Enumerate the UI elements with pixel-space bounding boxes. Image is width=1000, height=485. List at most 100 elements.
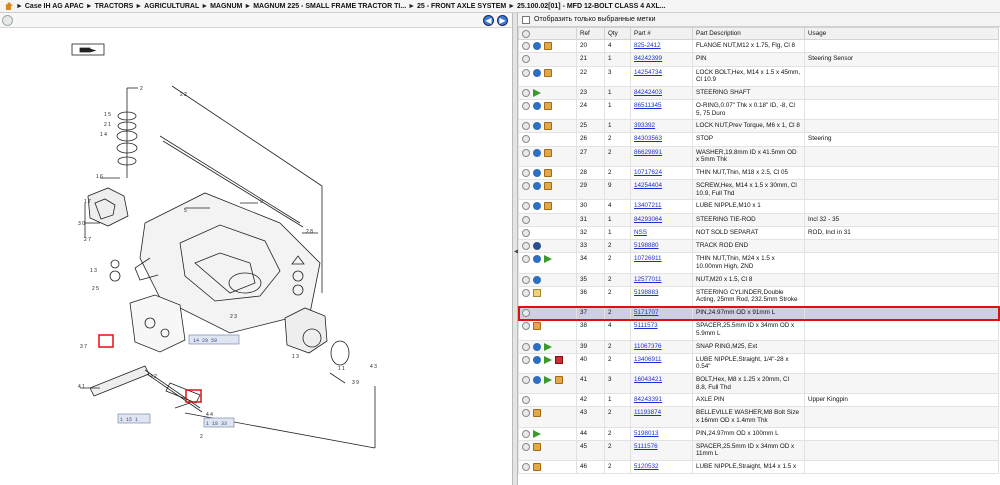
table-row[interactable]: 42 1 84243391 AXLE PIN Upper Kingpin xyxy=(518,393,999,408)
circle-icon[interactable] xyxy=(522,429,530,438)
expand-icon[interactable] xyxy=(2,15,13,26)
part-number-link[interactable]: 5120532 xyxy=(634,463,659,470)
col-part[interactable]: Part # xyxy=(630,27,693,40)
circle-icon[interactable] xyxy=(522,309,530,318)
part-number-link[interactable]: 5198013 xyxy=(634,430,659,437)
info-icon[interactable] xyxy=(533,182,541,191)
circle-icon[interactable] xyxy=(522,101,530,110)
box-icon[interactable] xyxy=(544,122,552,131)
info-icon[interactable] xyxy=(533,101,541,110)
table-row[interactable]: 41 3 16043421 BOLT,Hex, M8 x 1.25 x 20mm, C… xyxy=(518,372,999,395)
info-icon[interactable] xyxy=(533,275,541,284)
circle-icon[interactable] xyxy=(522,88,530,97)
part-number-link[interactable]: 86511345 xyxy=(634,102,662,109)
info-icon[interactable] xyxy=(533,42,541,50)
part-number-link[interactable]: 5198883 xyxy=(634,289,659,296)
part-number-link[interactable]: 14254404 xyxy=(634,182,662,189)
prev-page-button[interactable]: ◀ xyxy=(483,15,494,26)
table-row[interactable]: 36 2 5198883 STEERING CYLINDER,Double Actin… xyxy=(518,285,999,308)
table-row[interactable]: 27 2 86629891 WASHER,19.8mm ID x 41.5mm OD … xyxy=(518,145,999,167)
arrow-icon[interactable] xyxy=(544,342,552,351)
part-number-link[interactable]: NSS xyxy=(634,229,647,236)
part-number-link[interactable]: 825-2412 xyxy=(634,42,661,49)
table-row[interactable]: 46 2 5120532 LUBE NIPPLE,Straight, M14 x 1.… xyxy=(518,460,999,475)
part-number-link[interactable]: 84293064 xyxy=(634,216,662,223)
box-icon[interactable] xyxy=(544,168,552,177)
note-icon[interactable] xyxy=(555,355,563,364)
circle-icon[interactable] xyxy=(522,182,530,191)
info-icon[interactable] xyxy=(533,255,541,264)
box-icon[interactable] xyxy=(544,42,552,50)
part-number-link[interactable]: 5198880 xyxy=(634,242,659,249)
circle-icon[interactable] xyxy=(522,288,530,297)
circle-icon[interactable] xyxy=(522,148,530,157)
box-icon[interactable] xyxy=(544,202,552,211)
table-row[interactable]: 26 2 84303563 STOP Steering xyxy=(518,132,999,147)
breadcrumb-item[interactable]: 25 - FRONT AXLE SYSTEM xyxy=(417,3,506,10)
part-number-link[interactable]: 84242399 xyxy=(634,55,662,62)
box-icon[interactable] xyxy=(544,101,552,110)
arrow-icon[interactable] xyxy=(533,88,541,97)
table-row[interactable]: 37 2 5171707 PIN,24.97mm OD x 91mm L xyxy=(518,305,1000,321)
box-icon[interactable] xyxy=(555,375,563,384)
circle-icon[interactable] xyxy=(522,242,530,251)
part-number-link[interactable]: 84243391 xyxy=(634,396,662,403)
circle-icon[interactable] xyxy=(522,409,530,418)
part-number-link[interactable]: 11067376 xyxy=(634,343,662,350)
circle-icon[interactable] xyxy=(522,42,530,50)
show-selected-checkbox[interactable] xyxy=(522,15,530,24)
arrow-icon[interactable] xyxy=(544,355,552,364)
part-number-link[interactable]: 10717624 xyxy=(634,169,662,176)
circle-icon[interactable] xyxy=(522,168,530,177)
info-icon[interactable] xyxy=(533,122,541,131)
circle-icon[interactable] xyxy=(522,322,530,331)
part-number-link[interactable]: 16043421 xyxy=(634,376,662,383)
table-row[interactable]: 28 2 10717624 THIN NUT,Thin, M18 x 2.5, Cl … xyxy=(518,165,999,181)
col-usage[interactable]: Usage xyxy=(804,27,999,40)
info-icon[interactable] xyxy=(533,68,541,77)
box-icon[interactable] xyxy=(533,409,541,418)
circle-icon[interactable] xyxy=(522,375,530,384)
table-row[interactable]: 29 9 14254404 SCREW,Hex, M14 x 1.5 x 30mm, … xyxy=(518,179,999,201)
table-row[interactable]: 23 1 84242403 STEERING SHAFT xyxy=(518,85,999,100)
table-row[interactable]: 30 4 13407211 LUBE NIPPLE,M10 x 1 xyxy=(518,199,999,214)
circle-icon[interactable] xyxy=(522,228,530,237)
table-row[interactable]: 44 2 5198013 PIN,24.97mm OD x 100mm L xyxy=(518,426,999,441)
col-qty[interactable]: Qty xyxy=(604,27,631,40)
circle-icon[interactable] xyxy=(522,396,530,405)
part-number-link[interactable]: 12577011 xyxy=(634,276,662,283)
box-icon[interactable] xyxy=(544,182,552,191)
select-all-icon[interactable] xyxy=(522,29,530,38)
col-description[interactable]: Part Description xyxy=(692,27,805,40)
box-icon[interactable] xyxy=(544,68,552,77)
info-icon[interactable] xyxy=(533,168,541,177)
table-row[interactable]: 43 2 11193874 BELLEVILLE WASHER,M8 Bolt Siz… xyxy=(518,406,999,428)
table-row[interactable]: 34 2 10726911 THIN NUT,Thin, M24 x 1.5 x 10… xyxy=(518,252,999,274)
circle-icon[interactable] xyxy=(522,355,530,364)
info-icon[interactable] xyxy=(533,355,541,364)
circle-icon[interactable] xyxy=(522,202,530,211)
col-select[interactable] xyxy=(518,27,577,40)
breadcrumb-item[interactable]: Case IH AG APAC xyxy=(25,3,84,10)
info-icon[interactable] xyxy=(533,148,541,157)
circle-icon[interactable] xyxy=(522,255,530,264)
circle-icon[interactable] xyxy=(522,122,530,131)
circle-icon[interactable] xyxy=(522,55,530,64)
table-row[interactable]: 32 1 NSS NOT SOLD SEPARAT ROD, Incl in 31 xyxy=(518,225,999,241)
box-icon[interactable] xyxy=(533,442,541,451)
table-row[interactable]: 31 1 84293064 STEERING TIE-ROD Incl 32 - 35 xyxy=(518,212,999,227)
part-number-link[interactable]: 14254734 xyxy=(634,69,662,76)
table-row[interactable]: 21 1 84242399 PIN Steering Sensor xyxy=(518,52,999,67)
breadcrumb-item[interactable]: MAGNUM xyxy=(210,3,242,10)
arrow-icon[interactable] xyxy=(533,429,541,438)
box-icon[interactable] xyxy=(544,148,552,157)
circle-icon[interactable] xyxy=(522,215,530,224)
part-number-link[interactable]: 13407211 xyxy=(634,202,662,209)
circle-icon[interactable] xyxy=(522,68,530,77)
arrow-icon[interactable] xyxy=(544,255,552,264)
circle-icon[interactable] xyxy=(522,442,530,451)
exploded-parts-diagram[interactable]: 2 1 5 2 1 1 4 1 6 1 7 3 0 2 7 1 3 2 5 9 2 8 5 2 2… xyxy=(0,28,512,485)
circle-icon[interactable] xyxy=(522,275,530,284)
part-number-link[interactable]: 11193874 xyxy=(634,409,661,416)
table-row[interactable]: 25 1 393392 LOCK NUT,Prev Torque, M6 x 1, C… xyxy=(518,119,999,134)
